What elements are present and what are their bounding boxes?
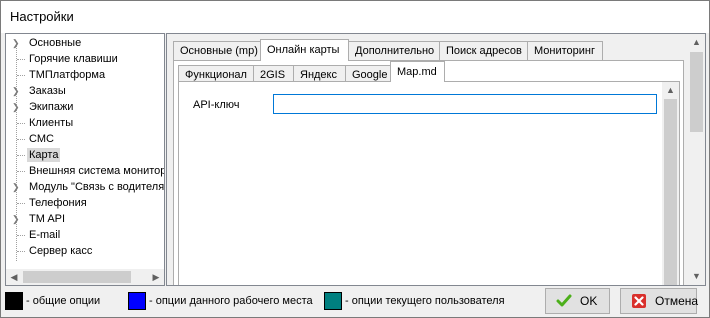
expand-arrow-icon[interactable]: ❯ (12, 85, 20, 97)
legend-text-user: - опции текущего пользователя (345, 295, 505, 307)
tree-item-label: TMПлатформа (29, 69, 106, 81)
expand-arrow-icon[interactable]: ❯ (12, 101, 20, 113)
scroll-down-icon[interactable]: ▼ (688, 268, 705, 285)
settings-tree[interactable]: ❯ Основные Горячие клавиши TMПлатформа ❯… (5, 33, 165, 286)
tree-item-clients[interactable]: Клиенты (6, 115, 164, 131)
tree-item-osnovnye[interactable]: ❯ Основные (6, 35, 164, 51)
tree-item-sms[interactable]: СМС (6, 131, 164, 147)
tree-item-orders[interactable]: ❯ Заказы (6, 83, 164, 99)
expand-arrow-icon[interactable]: ❯ (12, 37, 20, 49)
expand-arrow-icon[interactable]: ❯ (12, 181, 20, 193)
tab-label: Онлайн карты (267, 44, 340, 56)
tree-item-label: Модуль "Связь с водителями" (29, 181, 165, 193)
checkmark-icon (556, 294, 572, 307)
scroll-right-icon[interactable]: ▶ (148, 269, 164, 285)
ok-button-label: OK (580, 294, 598, 308)
tree-item-label: Заказы (29, 85, 66, 97)
tree-item-tm-api[interactable]: ❯ TM API (6, 211, 164, 227)
tree-connector (17, 139, 25, 140)
tree-item-label: Внешняя система мониторинга (29, 165, 164, 177)
online-maps-page: Функционал 2GIS Яндекс Google Map.md API… (173, 60, 684, 285)
tree-item-label: Горячие клавиши (29, 53, 118, 65)
tree-item-crews[interactable]: ❯ Экипажи (6, 99, 164, 115)
title-bar: Настройки (1, 1, 709, 33)
tree-item-tmplatform[interactable]: TMПлатформа (6, 67, 164, 83)
tree-connector (17, 155, 25, 156)
tree-item-label: Клиенты (29, 117, 74, 129)
tab-label: Google (352, 69, 388, 81)
expand-arrow-icon[interactable]: ❯ (12, 213, 20, 225)
scroll-up-icon[interactable]: ▲ (688, 34, 705, 51)
panel-vertical-scrollbar[interactable]: ▲ ▼ (688, 34, 705, 285)
tab-osnovnye-mp[interactable]: Основные (mp) (173, 41, 261, 60)
api-key-input[interactable] (273, 94, 657, 114)
tab-address-search[interactable]: Поиск адресов (439, 41, 528, 60)
scroll-up-icon[interactable]: ▲ (662, 82, 679, 99)
tree-item-telephony[interactable]: Телефония (6, 195, 164, 211)
tree-connector (17, 203, 25, 204)
tree-item-label: E-mail (29, 229, 61, 241)
tab-additional[interactable]: Дополнительно (348, 41, 440, 60)
close-icon (632, 294, 646, 308)
tab-label: Поиск адресов (446, 45, 522, 57)
scroll-thumb[interactable] (664, 99, 677, 285)
tab-label: Мониторинг (534, 45, 596, 57)
tab-label: Яндекс (300, 69, 337, 81)
tree-item-email[interactable]: E-mail (6, 227, 164, 243)
tree-item-cash-server[interactable]: Сервер касс (6, 243, 164, 259)
tree-item-driver-comm[interactable]: ❯ Модуль "Связь с водителями" (6, 179, 164, 195)
legend-swatch-workstation (128, 292, 146, 310)
window-title: Настройки (10, 9, 74, 24)
tree-item-external-monitoring[interactable]: Внешняя система мониторинга (6, 163, 164, 179)
ok-button[interactable]: OK (545, 288, 610, 314)
tree-connector (17, 59, 25, 60)
cancel-button[interactable]: Отмена (620, 288, 699, 314)
scroll-thumb[interactable] (690, 52, 703, 132)
tree-item-label: СМС (29, 133, 54, 145)
legend-text-workstation: - опции данного рабочего места (149, 295, 313, 307)
tree-connector (17, 235, 25, 236)
scroll-left-icon[interactable]: ◀ (6, 269, 22, 285)
map-md-page: API-ключ ▲ (178, 81, 680, 285)
settings-window: Настройки ❯ Основные Горячие клавиши TMП… (0, 0, 710, 318)
tree-connector (17, 251, 25, 252)
tab-label: Функционал (185, 69, 247, 81)
cancel-button-label: Отмена (655, 294, 699, 308)
legend-swatch-common (5, 292, 23, 310)
tab-label: Map.md (397, 66, 437, 78)
tree-item-label: Экипажи (29, 101, 74, 113)
tree-item-label: Основные (29, 37, 82, 49)
legend-swatch-user (324, 292, 342, 310)
tree-connector (17, 171, 25, 172)
tab-label: Основные (mp) (180, 45, 258, 57)
settings-content-panel: Основные (mp) Онлайн карты Дополнительно… (166, 33, 706, 286)
tree-item-label: Телефония (29, 197, 87, 209)
inner-vertical-scrollbar[interactable]: ▲ (662, 82, 679, 285)
scroll-thumb[interactable] (23, 271, 131, 283)
api-key-label: API-ключ (193, 99, 240, 111)
tree-item-label: TM API (29, 213, 66, 225)
tab-map-md[interactable]: Map.md (390, 61, 445, 82)
tab-monitoring[interactable]: Мониторинг (527, 41, 603, 60)
tab-label: Дополнительно (355, 45, 435, 57)
tree-item-label: Сервер касс (29, 245, 93, 257)
tree-item-label: Карта (27, 148, 61, 162)
tree-item-map[interactable]: Карта (6, 147, 164, 163)
tree-item-hotkeys[interactable]: Горячие клавиши (6, 51, 164, 67)
tree-horizontal-scrollbar[interactable]: ◀ ▶ (6, 269, 164, 285)
tree-connector (17, 75, 25, 76)
tab-online-maps[interactable]: Онлайн карты (260, 39, 349, 61)
tree-connector (17, 123, 25, 124)
tab-label: 2GIS (260, 69, 286, 81)
legend-text-common: - общие опции (26, 295, 101, 307)
